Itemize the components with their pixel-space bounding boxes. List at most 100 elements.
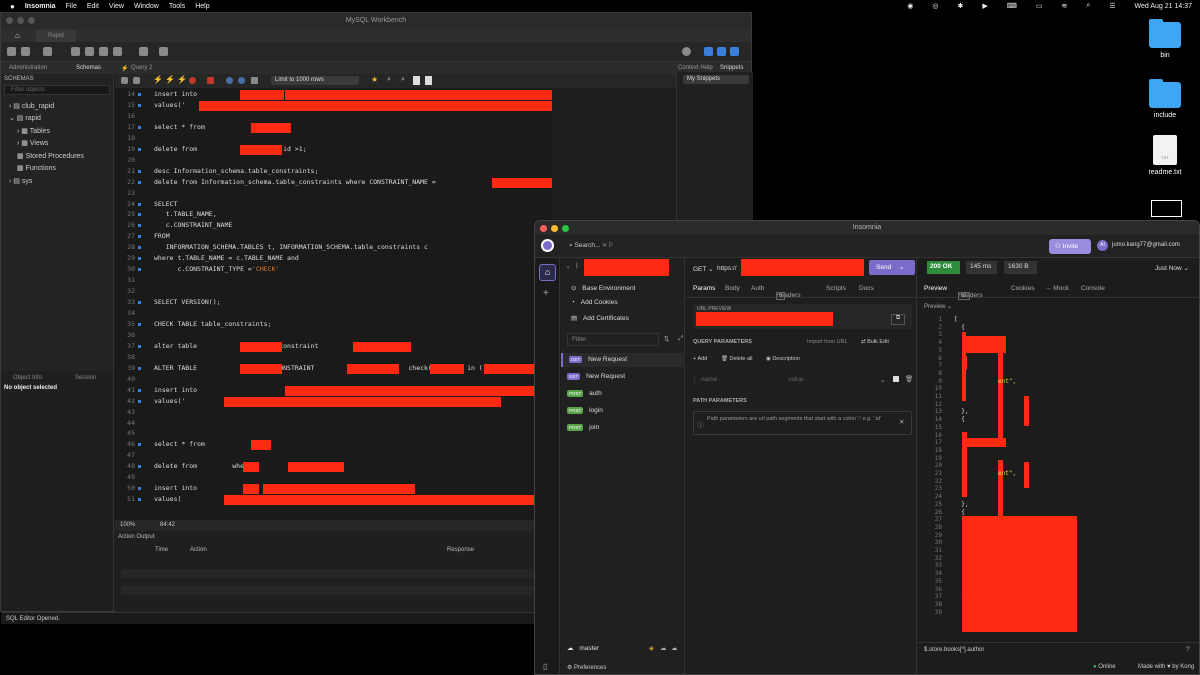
apple-icon[interactable]: ● xyxy=(10,2,15,11)
import-url-button[interactable]: Import from URL xyxy=(807,339,848,345)
tree-item-club-rapid[interactable]: › ▤ club_rapid xyxy=(9,102,54,110)
home-icon[interactable]: ⌂ xyxy=(539,264,556,281)
request-item[interactable]: POST auth xyxy=(561,387,685,401)
back-icon[interactable]: ‹ xyxy=(567,264,569,271)
copy-icon[interactable]: ⧉ xyxy=(891,314,905,325)
desktop-include[interactable]: include xyxy=(1135,79,1195,119)
bulk-edit-button[interactable]: ⇄ Bulk Edit xyxy=(861,339,889,345)
create-table-icon[interactable] xyxy=(85,47,94,56)
play-icon[interactable]: ▶ xyxy=(982,2,987,10)
menu-view[interactable]: View xyxy=(109,3,124,10)
tree-item-views[interactable]: › ▦ Views xyxy=(17,139,48,147)
limit-rows-select[interactable]: Limit to 1000 rows xyxy=(271,76,359,85)
user-email[interactable]: jumo.kang77@gmail.com xyxy=(1112,242,1180,248)
explain-icon[interactable]: ⚡ xyxy=(177,75,187,84)
add-cookies[interactable]: ◔ Add Cookies xyxy=(571,299,618,306)
insomnia-logo-icon[interactable] xyxy=(541,239,554,252)
invite-button[interactable]: ⚇ Invite xyxy=(1049,239,1091,254)
open-sql-icon[interactable] xyxy=(21,47,30,56)
tab-preview[interactable]: Preview xyxy=(924,285,947,292)
request-item[interactable]: GET New Request xyxy=(561,353,685,367)
param-value-input[interactable]: value xyxy=(788,376,804,383)
avatar[interactable]: AI xyxy=(1097,240,1108,251)
schema-filter-input[interactable]: Filter objects xyxy=(4,85,110,95)
menu-help[interactable]: Help xyxy=(195,3,209,10)
param-enable-checkbox[interactable] xyxy=(893,376,899,382)
close-icon[interactable]: ✕ xyxy=(899,418,904,426)
open-file-icon[interactable] xyxy=(121,77,128,84)
invisible-chars-icon[interactable] xyxy=(413,76,420,85)
preview-mode-select[interactable]: Preview ⌄ xyxy=(924,303,952,310)
response-filter-input[interactable]: $.store.books[*].author xyxy=(924,647,984,653)
execute-line-icon[interactable]: ⚡ xyxy=(165,75,175,84)
search-icon[interactable]: ⌕ xyxy=(1086,2,1090,10)
reconnect-icon[interactable] xyxy=(159,47,168,56)
chevron-down-icon[interactable]: ⌄ xyxy=(880,376,885,384)
bluetooth-icon[interactable]: ✱ xyxy=(957,2,963,10)
tab-docs[interactable]: Docs xyxy=(859,285,874,292)
description-button[interactable]: ◉ Description xyxy=(766,356,800,362)
zoom-button[interactable] xyxy=(28,17,35,24)
tab-auth[interactable]: Auth xyxy=(751,285,764,292)
branch-selector[interactable]: ☁ master xyxy=(567,644,599,652)
screenshot-file-icon[interactable] xyxy=(1151,200,1182,217)
new-sql-tab-icon[interactable] xyxy=(7,47,16,56)
cloud-icon[interactable]: ☁ xyxy=(660,644,667,652)
commit-icon[interactable] xyxy=(226,77,233,84)
extension-icon[interactable]: ◎ xyxy=(932,2,938,10)
home-icon[interactable]: ⌂ xyxy=(15,31,20,40)
record-icon[interactable]: ◉ xyxy=(907,2,913,10)
toggle-sidebar-icon[interactable] xyxy=(704,47,713,56)
send-button[interactable]: Send ⌄ xyxy=(869,260,915,275)
tab-context-help[interactable]: Context Help xyxy=(678,65,713,71)
tree-item-procedures[interactable]: ▦ Stored Procedures xyxy=(17,152,84,160)
minimize-button[interactable] xyxy=(17,17,24,24)
request-filter-input[interactable]: Filter xyxy=(567,333,659,346)
tab-object-info[interactable]: Object Info xyxy=(13,375,42,381)
menu-window[interactable]: Window xyxy=(134,3,159,10)
preferences[interactable]: ⚙ Preferences xyxy=(567,664,606,671)
tab-schemas[interactable]: Schemas xyxy=(76,65,101,71)
json-viewer[interactable]: 1[2 {3 4 5 6 7 8 9 10 11 12 13 }, 14 {15 16 17 18 19 20 2… xyxy=(918,316,1199,646)
toggle-output-icon[interactable] xyxy=(717,47,726,56)
request-item[interactable]: POST login xyxy=(561,404,685,418)
clock[interactable]: Wed Aug 21 14:37 xyxy=(1135,3,1192,10)
tab-body[interactable]: Body xyxy=(725,285,740,292)
save-icon[interactable] xyxy=(133,77,140,84)
sql-editor[interactable]: 14 insert into 15 values(' 16 17 select * fro… xyxy=(115,88,552,520)
autocommit-icon[interactable] xyxy=(251,77,258,84)
tab-cookies[interactable]: Cookies xyxy=(1011,285,1034,292)
zoom-button[interactable] xyxy=(562,224,569,232)
create-schema-icon[interactable] xyxy=(71,47,80,56)
menu-app-name[interactable]: Insomnia xyxy=(25,3,56,10)
drag-handle[interactable]: ⋮ xyxy=(691,376,698,384)
stop-icon[interactable] xyxy=(189,77,196,84)
control-center-icon[interactable]: ☰ xyxy=(1109,2,1115,10)
desktop-readme[interactable]: TXT readme.txt xyxy=(1135,135,1195,176)
url-redacted[interactable] xyxy=(741,259,864,276)
menu-tools[interactable]: Tools xyxy=(169,3,185,10)
wrap-lines-icon[interactable] xyxy=(425,76,432,85)
wifi-icon[interactable]: ≋ xyxy=(1061,2,1067,10)
input-icon[interactable]: ⌨ xyxy=(1007,2,1017,10)
minimize-button[interactable] xyxy=(551,224,558,232)
snippets-select[interactable]: My Snippets xyxy=(683,75,749,84)
tab-session[interactable]: Session xyxy=(75,375,96,381)
help-icon[interactable]: ? xyxy=(1186,646,1190,653)
tab-snippets[interactable]: Snippets xyxy=(720,65,743,71)
desktop-bin[interactable]: bin xyxy=(1135,19,1195,59)
delete-all-button[interactable]: 🗑 Delete all xyxy=(721,356,752,362)
battery-icon[interactable]: ▭ xyxy=(1036,2,1043,10)
url-input[interactable]: https:// xyxy=(717,265,737,272)
git-sync-icon[interactable]: ◈ xyxy=(649,644,654,652)
tab-console[interactable]: Console xyxy=(1081,285,1105,292)
menu-edit[interactable]: Edit xyxy=(87,3,99,10)
toggle-secondary-icon[interactable] xyxy=(730,47,739,56)
tab-mock[interactable]: → Mock xyxy=(1045,285,1069,292)
request-item[interactable]: POST join xyxy=(561,421,685,435)
add-certificates[interactable]: ▤ Add Certificates xyxy=(571,314,629,322)
zoom-icon[interactable]: ⌕ xyxy=(401,76,405,84)
close-button[interactable] xyxy=(540,224,547,232)
create-view-icon[interactable] xyxy=(99,47,108,56)
cloud-sync-icon[interactable]: ☁ xyxy=(671,644,678,652)
